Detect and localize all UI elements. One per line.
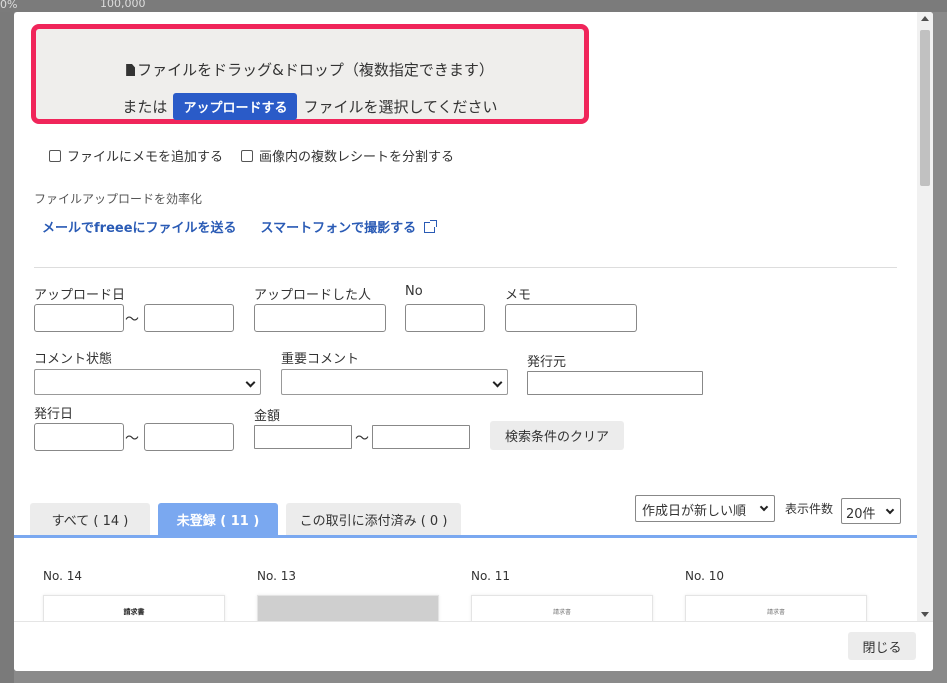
close-button[interactable]: 閉じる (848, 632, 916, 660)
amount-to-input[interactable] (372, 425, 470, 449)
modal-scrollbar[interactable] (917, 12, 933, 621)
efficiency-links: メールでfreeeにファイルを送る スマートフォンで撮影する (42, 217, 438, 236)
add-memo-option[interactable]: ファイルにメモを追加する (49, 146, 223, 165)
chevron-down-icon (245, 377, 256, 388)
chevron-down-icon (759, 502, 769, 512)
tab-all[interactable]: すべて ( 14 ) (30, 503, 150, 536)
scroll-up-icon[interactable] (921, 16, 929, 21)
tab-unregistered[interactable]: 未登録 ( 11 ) (158, 503, 278, 536)
file-dropzone[interactable]: ファイルをドラッグ&ドロップ（複数指定できます） または アップロードする ファ… (31, 24, 589, 124)
email-upload-link[interactable]: メールでfreeeにファイルを送る (42, 217, 237, 236)
file-thumbnail[interactable] (257, 595, 439, 621)
memo-label: メモ (505, 288, 532, 303)
thumbnail-text: 請求書 (123, 608, 145, 616)
issuer-input[interactable] (527, 371, 703, 395)
uploader-input[interactable] (254, 304, 386, 332)
add-memo-checkbox[interactable] (49, 149, 61, 162)
tab-underline (14, 535, 917, 538)
upload-modal: ファイルをドラッグ&ドロップ（複数指定できます） または アップロードする ファ… (14, 12, 933, 671)
dropzone-prefix: または (122, 98, 168, 116)
comment-status-label: コメント状態 (34, 352, 113, 367)
upload-date-to-input[interactable] (144, 304, 234, 332)
card-label: No. 10 (685, 569, 725, 583)
card-label: No. 14 (43, 569, 83, 583)
efficiency-label: ファイルアップロードを効率化 (34, 192, 203, 206)
backdrop-left (0, 12, 14, 683)
tab-attached[interactable]: この取引に添付済み ( 0 ) (286, 503, 461, 536)
uploader-label: アップロードした人 (254, 288, 372, 303)
backdrop-fragment: 0% (0, 0, 18, 11)
count-select-value: 20件 (846, 507, 876, 522)
upload-date-from-input[interactable] (34, 304, 124, 332)
upload-button[interactable]: アップロードする (173, 93, 298, 120)
count-select[interactable]: 20件 (841, 498, 901, 524)
add-memo-label: ファイルにメモを追加する (67, 150, 224, 165)
count-label: 表示件数 (785, 502, 834, 516)
amount-label: 金額 (254, 409, 281, 424)
card-label: No. 13 (257, 569, 297, 583)
no-label: No (405, 284, 423, 299)
amount-from-input[interactable] (254, 425, 352, 449)
modal-scroll-area[interactable]: ファイルをドラッグ&ドロップ（複数指定できます） または アップロードする ファ… (14, 12, 917, 621)
card-label: No. 11 (471, 569, 511, 583)
external-link-icon (424, 220, 438, 233)
chevron-down-icon (885, 505, 895, 515)
backdrop-fragment: 100,000 (100, 0, 146, 10)
sort-select-value: 作成日が新しい順 (642, 504, 747, 519)
file-thumbnail[interactable]: 請求書 (685, 595, 867, 621)
important-comment-label: 重要コメント (281, 352, 360, 367)
file-icon (126, 64, 136, 76)
dropzone-suffix: ファイルを選択してください (303, 98, 498, 116)
smartphone-link[interactable]: スマートフォンで撮影する (260, 217, 438, 236)
split-receipts-checkbox[interactable] (241, 149, 254, 162)
dropzone-line1-text: ファイルをドラッグ&ドロップ（複数指定できます） (137, 61, 494, 79)
thumbnail-text: 請求書 (766, 609, 785, 616)
file-thumbnail[interactable]: 請求書 (471, 595, 653, 621)
smartphone-link-text: スマートフォンで撮影する (260, 221, 417, 236)
memo-input[interactable] (505, 304, 637, 332)
split-receipts-label: 画像内の複数レシートを分割する (259, 150, 455, 165)
modal-footer: 閉じる (14, 621, 933, 671)
file-thumbnail[interactable]: 請求書 (43, 595, 225, 621)
range-separator: ～ (125, 312, 139, 328)
comment-status-select[interactable] (34, 369, 261, 395)
clear-filters-button[interactable]: 検索条件のクリア (490, 421, 624, 450)
dropzone-instruction: ファイルをドラッグ&ドロップ（複数指定できます） (36, 59, 584, 80)
scroll-down-icon[interactable] (921, 612, 929, 617)
scrollbar-thumb[interactable] (920, 30, 930, 186)
section-divider (34, 267, 897, 268)
sort-select[interactable]: 作成日が新しい順 (635, 495, 775, 522)
upload-date-label: アップロード日 (34, 288, 126, 303)
dropzone-select-line: または アップロードする ファイルを選択してください (36, 93, 584, 120)
issue-date-to-input[interactable] (144, 423, 234, 451)
split-receipts-option[interactable]: 画像内の複数レシートを分割する (241, 146, 454, 165)
issue-date-from-input[interactable] (34, 423, 124, 451)
issuer-label: 発行元 (527, 355, 567, 370)
thumbnail-text: 請求書 (552, 609, 571, 616)
upload-options: ファイルにメモを追加する 画像内の複数レシートを分割する (49, 146, 454, 165)
no-input[interactable] (405, 304, 485, 332)
issue-date-label: 発行日 (34, 407, 74, 422)
range-separator: ～ (125, 431, 139, 447)
range-separator: ～ (355, 431, 369, 447)
important-comment-select[interactable] (281, 369, 508, 395)
chevron-down-icon (492, 377, 503, 388)
